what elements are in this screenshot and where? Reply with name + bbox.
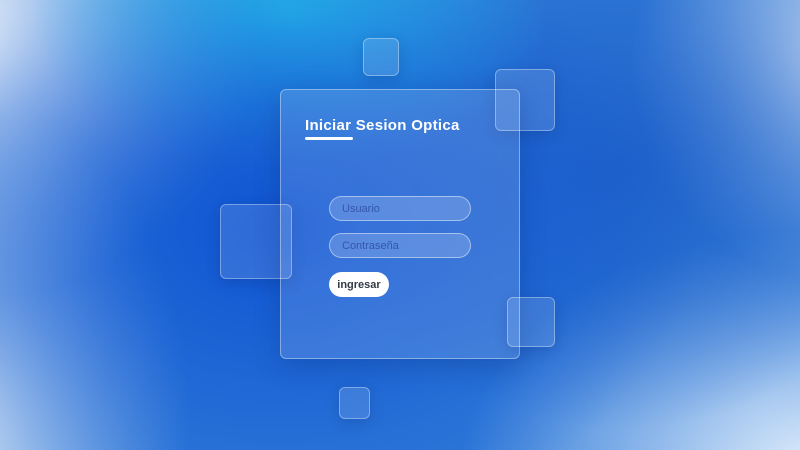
login-title: Iniciar Sesion Optica [305,117,460,134]
ingresar-button[interactable]: ingresar [329,272,389,297]
login-card: Iniciar Sesion Optica ingresar [280,89,520,359]
decorative-glass-square [339,387,370,419]
decorative-glass-square [363,38,399,76]
password-input[interactable] [329,233,471,258]
decorative-glass-square [507,297,555,347]
title-underline [305,137,353,140]
username-input[interactable] [329,196,471,221]
